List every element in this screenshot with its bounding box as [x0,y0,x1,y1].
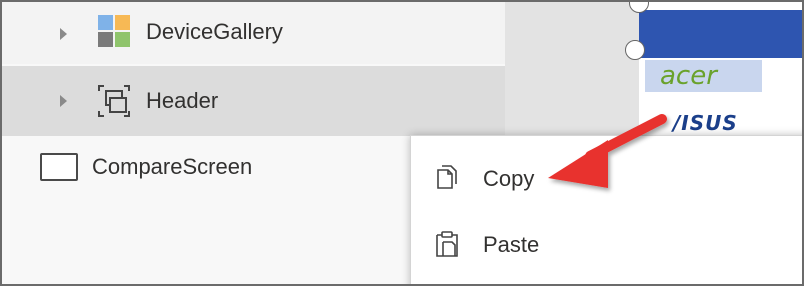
screen-icon [40,153,78,181]
menu-item-paste[interactable]: Paste [411,216,802,272]
paste-icon [433,230,461,258]
group-icon [96,83,132,119]
resize-handle[interactable] [625,40,645,60]
tree-item-devicegallery[interactable]: DeviceGallery [2,2,505,64]
tree-item-label: Header [146,88,219,113]
header-bar[interactable] [639,10,802,58]
asus-logo: /ISUS [673,111,738,135]
tree-item-label: DeviceGallery [146,19,283,44]
expand-arrow-icon[interactable] [60,28,67,40]
canvas-gray-area [505,2,640,136]
acer-logo: acer [660,61,717,91]
menu-item-label: Copy [483,166,535,191]
copy-icon [433,164,461,192]
expand-arrow-icon[interactable] [60,95,67,107]
context-menu: Copy Paste [410,135,802,284]
menu-item-label: Paste [483,232,540,257]
tree-item-header[interactable]: Header [2,66,505,136]
app-frame: DeviceGallery Header CompareScreen acer … [0,0,804,286]
menu-item-copy[interactable]: Copy [411,150,802,206]
tree-item-label: CompareScreen [92,154,253,179]
gallery-icon [96,13,132,49]
